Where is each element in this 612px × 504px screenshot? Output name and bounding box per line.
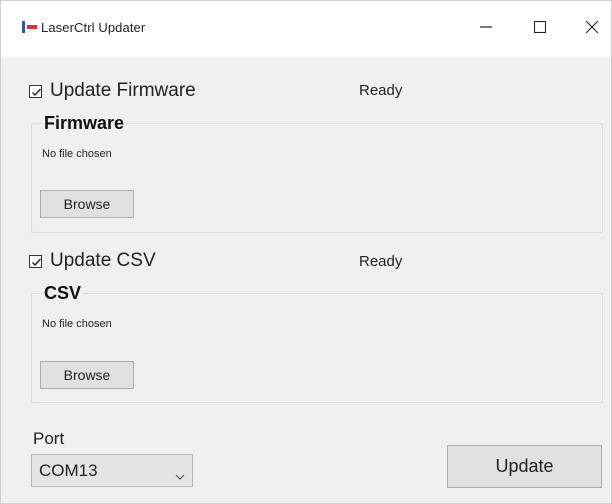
port-label: Port	[33, 429, 65, 448]
minimize-icon	[480, 20, 492, 38]
close-icon	[585, 20, 599, 38]
firmware-browse-button[interactable]: Browse	[40, 190, 134, 218]
window-title: LaserCtrl Updater	[41, 20, 146, 35]
csv-group-title: CSV	[42, 283, 84, 304]
update-firmware-checkbox-row[interactable]: Update Firmware	[29, 80, 196, 102]
csv-file-label: No file chosen	[42, 318, 112, 330]
client-area: Update Firmware Ready Firmware No file c…	[1, 57, 611, 503]
firmware-status: Ready	[359, 82, 403, 99]
csv-groupbox: CSV No file chosen Browse	[31, 283, 603, 403]
update-button[interactable]: Update	[447, 445, 602, 488]
maximize-icon	[533, 20, 547, 38]
firmware-file-label: No file chosen	[42, 148, 112, 160]
port-select-value: COM13	[39, 460, 98, 480]
close-button[interactable]	[569, 9, 612, 49]
update-csv-checkbox[interactable]	[29, 254, 42, 268]
update-csv-label: Update CSV	[50, 250, 156, 271]
update-firmware-checkbox[interactable]	[29, 84, 42, 98]
firmware-group-title: Firmware	[42, 113, 127, 134]
csv-status: Ready	[359, 253, 403, 270]
port-select[interactable]: COM13	[31, 454, 193, 487]
title-bar[interactable]: LaserCtrl Updater	[1, 1, 611, 57]
update-firmware-label: Update Firmware	[50, 80, 196, 101]
update-csv-checkbox-row[interactable]: Update CSV	[29, 250, 156, 272]
firmware-groupbox: Firmware No file chosen Browse	[31, 113, 603, 233]
updater-window: LaserCtrl Updater Update Firmware Ready	[0, 0, 612, 504]
csv-browse-button[interactable]: Browse	[40, 361, 134, 389]
minimize-button[interactable]	[463, 9, 509, 49]
app-icon	[21, 20, 39, 34]
chevron-down-icon	[175, 466, 185, 486]
maximize-button[interactable]	[517, 9, 563, 49]
